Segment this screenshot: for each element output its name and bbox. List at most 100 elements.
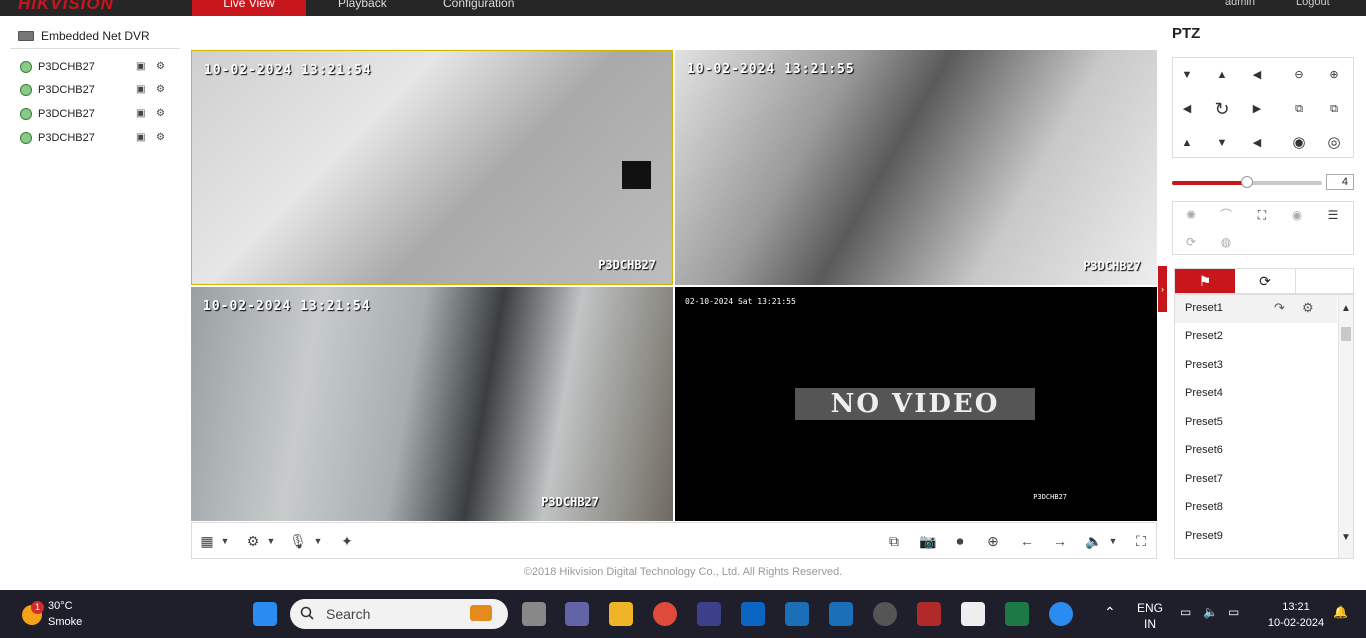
tab-configuration[interactable]: Configuration (443, 0, 514, 16)
preset-item[interactable]: Preset5 (1185, 416, 1223, 428)
fullscreen-icon[interactable]: ⛶ (1132, 532, 1150, 550)
light-icon[interactable]: ✺ (1181, 205, 1201, 225)
pan-down-right-icon[interactable]: ◀ (1243, 129, 1271, 157)
3d-zoom-icon[interactable]: ◍ (1216, 232, 1236, 252)
chevron-down-icon[interactable]: ▼ (1104, 532, 1122, 550)
video-tile-4[interactable]: 02-10-2024 Sat 13:21:55 NO VIDEO P3DCHB2… (675, 287, 1157, 521)
chrome-icon[interactable] (653, 602, 677, 626)
camera-item[interactable]: P3DCHB27 ▣ ⚙ (20, 105, 170, 123)
pan-up-left-icon[interactable]: ▼ (1173, 61, 1201, 89)
user-name[interactable]: admin (1225, 0, 1255, 8)
previous-page-icon[interactable]: ← (1018, 532, 1036, 550)
record-icon[interactable]: ▣ (136, 133, 150, 143)
excel-icon[interactable] (1005, 602, 1029, 626)
zoom-in-icon[interactable]: ⊖ (1285, 61, 1313, 89)
zoom-out-icon[interactable]: ⊕ (1320, 61, 1348, 89)
iris-open-icon[interactable]: ◉ (1285, 129, 1313, 157)
auto-focus-icon[interactable]: ⛶ (1252, 205, 1272, 225)
stream-icon[interactable]: ⚙ (156, 62, 170, 72)
next-page-icon[interactable]: → (1051, 532, 1069, 550)
zoom-icon[interactable]: ⊕ (984, 532, 1002, 550)
manual-track-icon[interactable]: ⟳ (1181, 232, 1201, 252)
camera-item[interactable]: P3DCHB27 ▣ ⚙ (20, 58, 170, 76)
stop-all-icon[interactable]: ⧉ (885, 532, 903, 550)
chevron-down-icon[interactable]: ▼ (216, 532, 234, 550)
gear-icon[interactable]: ⚙ (1302, 300, 1314, 316)
record-icon[interactable]: ▣ (136, 62, 150, 72)
camera-item[interactable]: P3DCHB27 ▣ ⚙ (20, 129, 170, 147)
preset-item[interactable]: Preset3 (1185, 359, 1223, 371)
battery-icon[interactable]: ▭ (1228, 605, 1239, 619)
outlook-icon[interactable] (741, 602, 765, 626)
lens-init-icon[interactable]: ◉ (1287, 205, 1307, 225)
scroll-up-icon[interactable]: ▲ (1341, 303, 1351, 314)
tab-patrol[interactable]: ⟳ (1235, 269, 1296, 293)
volume-icon[interactable]: 🔈 (1085, 532, 1103, 550)
video-tile-2[interactable]: 10-02-2024 13:21:55 P3DCHB27 (675, 50, 1157, 285)
start-icon[interactable] (253, 602, 277, 626)
app-window-icon[interactable] (829, 602, 853, 626)
preset-item[interactable]: Preset4 (1185, 387, 1223, 399)
weather-widget[interactable]: 1 30°C Smoke (22, 598, 82, 630)
app-window-icon[interactable] (785, 602, 809, 626)
preset-item[interactable]: Preset1 (1185, 302, 1223, 314)
tab-preset[interactable]: ⚑ (1175, 269, 1235, 293)
notifications-icon[interactable]: 🔔 (1333, 605, 1348, 619)
scroll-thumb[interactable] (1341, 327, 1351, 341)
preset-item[interactable]: Preset9 (1185, 530, 1223, 542)
preset-item[interactable]: Preset7 (1185, 473, 1223, 485)
pan-right-icon[interactable]: ▶ (1243, 95, 1271, 123)
record-icon[interactable]: ⏺ (951, 532, 969, 550)
pan-down-left-icon[interactable]: ▲ (1173, 129, 1201, 157)
window-layout-icon[interactable]: ▦ (198, 532, 216, 550)
file-explorer-icon[interactable] (609, 602, 633, 626)
tab-live-view[interactable]: Live View (192, 0, 306, 16)
tab-playback[interactable]: Playback (338, 0, 387, 16)
stream-icon[interactable]: ⚙ (156, 109, 170, 119)
iris-close-icon[interactable]: ◎ (1320, 129, 1348, 157)
settings-icon[interactable] (873, 602, 897, 626)
stream-icon[interactable]: ⚙ (156, 133, 170, 143)
volume-icon[interactable]: 🔈 (1203, 605, 1218, 619)
chevron-down-icon[interactable]: ▼ (309, 532, 327, 550)
call-preset-icon[interactable]: ↷ (1274, 300, 1285, 316)
clock[interactable]: 13:21 10-02-2024 (1256, 599, 1336, 631)
pan-up-icon[interactable]: ▲ (1208, 61, 1236, 89)
ptz-speed-slider[interactable] (1172, 176, 1322, 188)
microphone-icon[interactable]: 🎙 (289, 532, 307, 550)
tray-overflow-icon[interactable]: ⌃ (1104, 604, 1116, 621)
focus-near-icon[interactable]: ⧉ (1285, 95, 1313, 123)
record-icon[interactable]: ▣ (136, 109, 150, 119)
focus-far-icon[interactable]: ⧉ (1320, 95, 1348, 123)
taskbar-search[interactable]: Search (290, 599, 508, 629)
preset-item[interactable]: Preset8 (1185, 501, 1223, 513)
slider-handle[interactable] (1241, 176, 1253, 188)
preset-item[interactable]: Preset2 (1185, 330, 1223, 342)
record-icon[interactable]: ▣ (136, 85, 150, 95)
camera-item[interactable]: P3DCHB27 ▣ ⚙ (20, 81, 170, 99)
language-indicator[interactable]: ENG IN (1136, 600, 1164, 632)
teams-icon[interactable] (565, 602, 589, 626)
pan-up-right-icon[interactable]: ◀ (1243, 61, 1271, 89)
network-icon[interactable]: ▭ (1180, 605, 1191, 619)
device-tree-root[interactable]: Embedded Net DVR (18, 29, 150, 43)
chevron-down-icon[interactable]: ▼ (262, 532, 280, 550)
task-view-icon[interactable] (522, 602, 546, 626)
snapshot-icon[interactable]: 📷 (919, 532, 937, 550)
auto-pan-icon[interactable]: ↻ (1208, 95, 1236, 123)
stream-type-icon[interactable]: ⚙ (244, 532, 262, 550)
scroll-down-icon[interactable]: ▼ (1341, 532, 1351, 543)
internet-explorer-icon[interactable] (1049, 602, 1073, 626)
document-icon[interactable] (961, 602, 985, 626)
stream-icon[interactable]: ⚙ (156, 85, 170, 95)
video-tile-3[interactable]: 10-02-2024 13:21:54 P3DCHB27 (191, 287, 673, 521)
pan-down-icon[interactable]: ▼ (1208, 129, 1236, 157)
logout-link[interactable]: Logout (1296, 0, 1330, 8)
app-icon[interactable] (697, 602, 721, 626)
collapse-panel-button[interactable]: › (1158, 266, 1167, 312)
preset-scrollbar[interactable]: ▲ ▼ (1338, 295, 1353, 558)
wiper-icon[interactable]: ⌒ (1216, 205, 1236, 225)
preset-item[interactable]: Preset6 (1185, 444, 1223, 456)
menu-icon[interactable]: ☰ (1323, 205, 1343, 225)
video-tile-1[interactable]: 10-02-2024 13:21:54 P3DCHB27 (191, 50, 673, 285)
